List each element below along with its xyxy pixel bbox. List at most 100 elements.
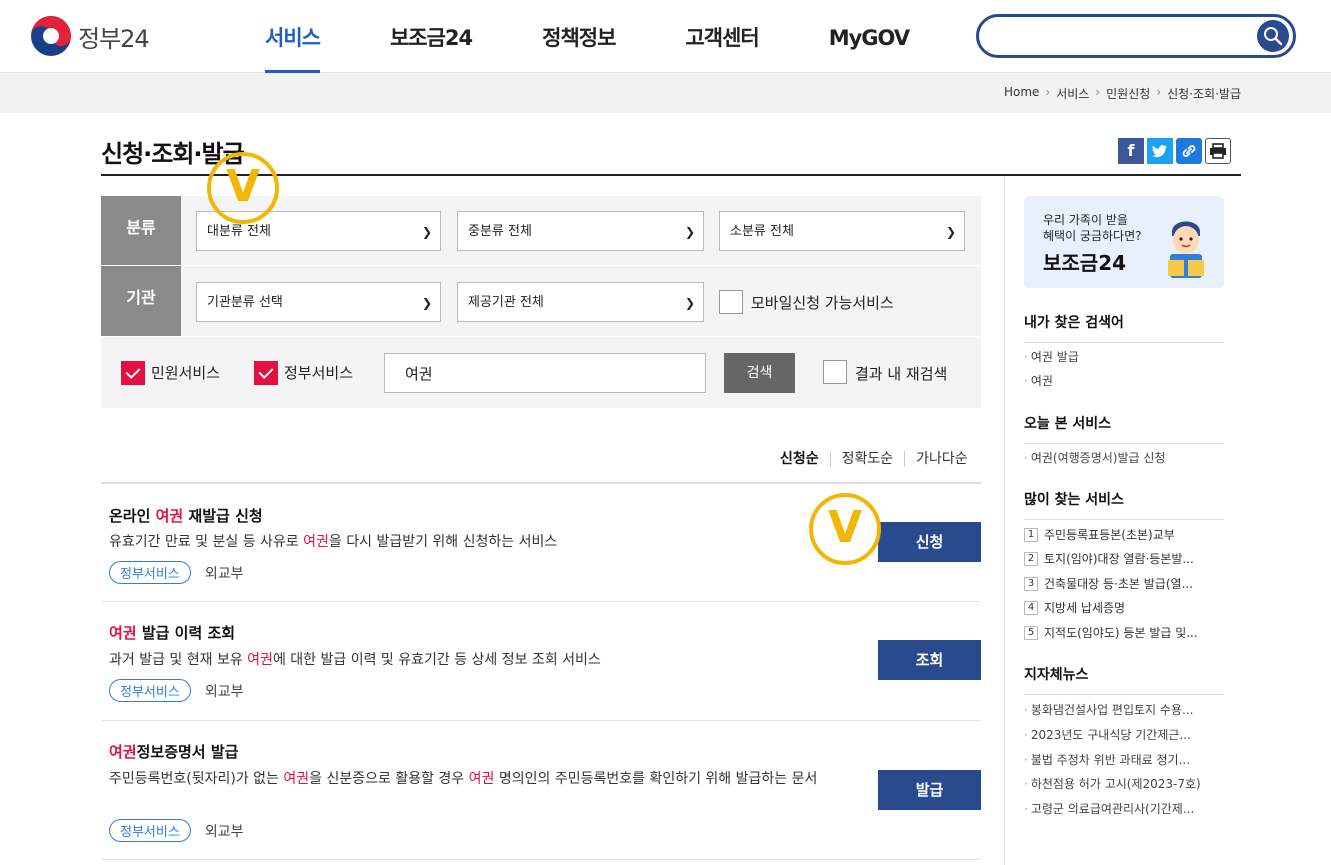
issue-button[interactable]: 발급 (878, 770, 981, 810)
breadcrumb-home[interactable]: Home (1004, 85, 1039, 102)
site-header: 정부24 서비스 보조금24 정책정보 고객센터 MyGOV (0, 0, 1331, 74)
banner-copy: 우리 가족이 받을 혜택이 궁금하다면? (1043, 213, 1142, 243)
result-description: 유효기간 만료 및 분실 등 사유로 여권을 다시 발급받기 위해 신청하는 서… (109, 534, 558, 550)
middle-category-select[interactable]: 중분류 전체 ❯ (457, 211, 704, 251)
civil-service-label: 민원서비스 (151, 364, 221, 382)
sort-by-request[interactable]: 신청순 (780, 451, 830, 467)
result-meta: 정부서비스 외교부 (109, 819, 243, 842)
breadcrumb-civil[interactable]: 민원신청 (1106, 85, 1150, 102)
select-value: 기관분류 선택 (207, 295, 283, 310)
rank-number: 3 (1024, 576, 1038, 591)
news-item[interactable]: 하천점용 허가 고시(제2023-7호) (1024, 775, 1201, 792)
character-icon (1168, 221, 1204, 278)
link-icon[interactable] (1176, 138, 1202, 164)
nav-subsidy24[interactable]: 보조금24 (355, 0, 507, 73)
breadcrumb-current[interactable]: 신청·조회·발급 (1167, 85, 1241, 102)
nav-policy-info[interactable]: 정책정보 (507, 0, 650, 73)
service-type-badge: 정부서비스 (109, 819, 191, 842)
search-button[interactable] (1257, 20, 1289, 52)
nav-customer-center[interactable]: 고객센터 (650, 0, 793, 73)
taegeuk-icon (30, 15, 72, 57)
sidebar-divider (1004, 176, 1005, 865)
mobile-service-label: 모바일신청 가능서비스 (751, 294, 894, 312)
result-item: 여권 발급 이력 조회 과거 발급 및 현재 보유 여권에 대한 발급 이력 및… (101, 602, 981, 721)
filter-panel: 분류 기관 대분류 전체 ❯ 중분류 전체 ❯ 소분류 전체 ❯ 기관분류 선택… (101, 196, 981, 408)
agency-label: 기관 (101, 266, 181, 336)
my-search-title: 내가 찾은 검색어 (1024, 312, 1224, 343)
news-item[interactable]: 고령군 의료급여관리사(기간제... (1024, 800, 1194, 817)
popular-service-item[interactable]: 2 토지(임야)대장 열람·등본발... (1024, 550, 1194, 567)
popular-service-item[interactable]: 5 지적도(임야도) 등본 발급 및... (1024, 624, 1198, 641)
annotation-check-mark: V (809, 493, 881, 565)
mobile-service-checkbox[interactable] (719, 290, 743, 314)
chevron-right-icon: › (1156, 85, 1162, 99)
rank-number: 4 (1024, 600, 1038, 615)
header-search-input[interactable] (976, 14, 1296, 58)
divider (101, 336, 981, 337)
gov-service-checkbox[interactable] (254, 361, 278, 385)
result-title[interactable]: 여권 발급 이력 조회 (109, 622, 235, 643)
chevron-down-icon: ❯ (945, 225, 956, 239)
print-icon[interactable] (1205, 138, 1231, 164)
result-title[interactable]: 여권정보증명서 발급 (109, 741, 238, 762)
chevron-down-icon: ❯ (684, 225, 695, 239)
logo[interactable]: 정부24 (30, 15, 150, 57)
agency-name: 외교부 (204, 683, 244, 700)
chevron-down-icon: ❯ (684, 296, 695, 310)
breadcrumb: Home › 서비스 › 민원신청 › 신청·조회·발급 (1004, 85, 1241, 102)
result-description: 주민등록번호(뒷자리)가 없는 여권을 신분증으로 활용할 경우 여권 명의인의… (109, 771, 818, 787)
divider (101, 265, 981, 266)
subsidy24-banner[interactable]: 우리 가족이 받을 혜택이 궁금하다면? 보조금24 (1024, 196, 1224, 288)
result-title[interactable]: 온라인 여권 재발급 신청 (109, 505, 263, 526)
logo-text: 정부24 (78, 24, 150, 53)
twitter-icon[interactable] (1147, 138, 1173, 164)
banner-title: 보조금24 (1043, 251, 1127, 275)
rank-number: 1 (1024, 527, 1038, 542)
result-item: 여권정보증명서 발급 주민등록번호(뒷자리)가 없는 여권을 신분증으로 활용할… (101, 721, 981, 860)
popular-service-item[interactable]: 4 지방세 납세증명 (1024, 599, 1125, 616)
annotation-check-mark: V (207, 152, 279, 224)
result-meta: 정부서비스 외교부 (109, 679, 243, 702)
my-search-item[interactable]: 여권 발급 (1024, 348, 1079, 365)
category-label: 분류 (101, 196, 181, 265)
today-viewed-title: 오늘 본 서비스 (1024, 413, 1224, 444)
facebook-icon[interactable]: f (1118, 138, 1144, 164)
sort-by-accuracy[interactable]: 정확도순 (829, 451, 905, 467)
inquiry-button[interactable]: 조회 (878, 640, 981, 680)
popular-service-item[interactable]: 1 주민등록표등본(초본)교부 (1024, 526, 1175, 543)
civil-service-checkbox[interactable] (121, 361, 145, 385)
agency-type-select[interactable]: 기관분류 선택 ❯ (196, 282, 441, 322)
gov-service-label: 정부서비스 (284, 364, 354, 382)
search-submit-button[interactable]: 검색 (724, 353, 795, 393)
search-icon (1264, 27, 1283, 46)
news-item[interactable]: 불법 주정차 위반 과태료 정기... (1024, 751, 1190, 768)
sort-by-alphabet[interactable]: 가나다순 (904, 451, 968, 467)
agency-name: 외교부 (204, 823, 244, 840)
sort-options: 신청순 정확도순 가나다순 (780, 451, 968, 467)
popular-services-title: 많이 찾는 서비스 (1024, 489, 1224, 520)
my-search-item[interactable]: 여권 (1024, 372, 1053, 389)
research-checkbox[interactable] (823, 360, 847, 384)
minor-category-select[interactable]: 소분류 전체 ❯ (719, 211, 965, 251)
breadcrumb-bar: Home › 서비스 › 민원신청 › 신청·조회·발급 (0, 73, 1331, 113)
agency-name: 외교부 (204, 565, 244, 582)
service-type-badge: 정부서비스 (109, 561, 191, 584)
news-item[interactable]: 2023년도 구내식당 기간제근... (1024, 726, 1191, 743)
research-label: 결과 내 재검색 (855, 365, 948, 383)
news-item[interactable]: 봉화댐건설사업 편입토지 수용... (1024, 701, 1194, 718)
chevron-right-icon: › (1095, 85, 1101, 99)
breadcrumb-services[interactable]: 서비스 (1056, 85, 1089, 102)
nav-mygov[interactable]: MyGOV (794, 0, 944, 73)
popular-service-item[interactable]: 3 건축물대장 등·초본 발급(열... (1024, 575, 1193, 592)
select-value: 대분류 전체 (207, 224, 271, 239)
provider-agency-select[interactable]: 제공기관 전체 ❯ (457, 282, 704, 322)
apply-button[interactable]: 신청 (878, 522, 981, 562)
service-type-badge: 정부서비스 (109, 679, 191, 702)
result-description: 과거 발급 및 현재 보유 여권에 대한 발급 이력 및 유효기간 등 상세 정… (109, 652, 601, 668)
share-buttons: f (1118, 138, 1231, 164)
today-viewed-item[interactable]: 여권(여행증명서)발급 신청 (1024, 449, 1166, 466)
select-value: 소분류 전체 (730, 224, 794, 239)
nav-services[interactable]: 서비스 (230, 0, 355, 74)
keyword-input[interactable]: 여권 (384, 353, 706, 393)
select-value: 제공기관 전체 (468, 295, 544, 310)
